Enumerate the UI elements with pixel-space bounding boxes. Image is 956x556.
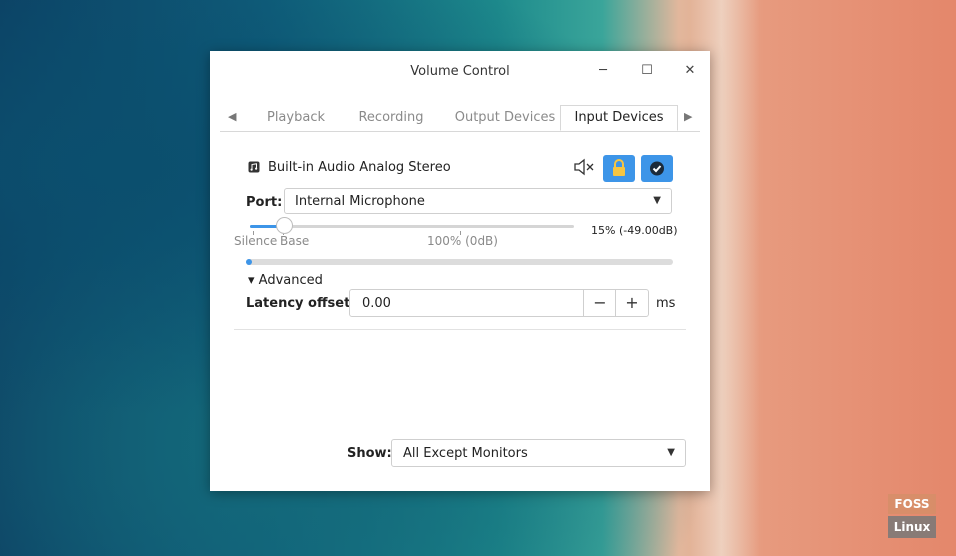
- show-label: Show:: [347, 446, 392, 461]
- volume-slider-handle[interactable]: [276, 217, 294, 234]
- divider: [234, 329, 686, 330]
- checkmark-icon: [650, 161, 664, 176]
- tab-scroll-right-icon[interactable]: ▶: [684, 110, 692, 123]
- show-value: All Except Monitors: [403, 446, 528, 461]
- level-meter: [246, 259, 673, 265]
- tab-bar: Playback Recording Output Devices Input …: [220, 105, 700, 132]
- lock-icon: [613, 159, 625, 176]
- set-default-button[interactable]: [641, 155, 673, 182]
- device-name: Built-in Audio Analog Stereo: [268, 160, 451, 175]
- music-note-icon: [248, 161, 260, 173]
- volume-readout: 15% (-49.00dB): [591, 224, 678, 237]
- volume-slider[interactable]: [250, 225, 574, 228]
- close-button[interactable]: ✕: [679, 61, 701, 81]
- fosslinux-watermark: FOSS Linux: [888, 494, 936, 538]
- maximize-button[interactable]: ☐: [636, 61, 658, 81]
- port-dropdown[interactable]: Internal Microphone ▼: [284, 188, 672, 214]
- title-bar: Volume Control ─ ☐ ✕: [210, 51, 710, 91]
- latency-offset-label: Latency offset:: [246, 296, 356, 311]
- tab-input-devices[interactable]: Input Devices: [560, 105, 678, 131]
- port-label: Port:: [246, 195, 283, 210]
- port-value: Internal Microphone: [295, 194, 425, 209]
- tab-output-devices[interactable]: Output Devices: [446, 105, 564, 131]
- expander-arrow-icon: ▾: [248, 273, 255, 288]
- show-dropdown[interactable]: All Except Monitors ▼: [391, 439, 686, 467]
- level-meter-fill: [246, 259, 252, 265]
- tab-playback[interactable]: Playback: [246, 105, 346, 131]
- lock-channels-button[interactable]: [603, 155, 635, 182]
- advanced-label: Advanced: [258, 273, 323, 288]
- tick-label-100: 100% (0dB): [427, 234, 498, 248]
- latency-decrement-button[interactable]: −: [583, 290, 616, 316]
- speaker-muted-icon[interactable]: [573, 158, 595, 176]
- window-title: Volume Control: [410, 64, 510, 79]
- latency-offset-spinbox[interactable]: 0.00 − +: [349, 289, 649, 317]
- latency-offset-value[interactable]: 0.00: [362, 296, 391, 311]
- advanced-expander[interactable]: ▾ Advanced: [248, 273, 323, 288]
- latency-increment-button[interactable]: +: [615, 290, 648, 316]
- tab-recording[interactable]: Recording: [346, 105, 436, 131]
- volume-control-window: Volume Control ─ ☐ ✕ ◀ Playback Recordin…: [210, 51, 710, 491]
- latency-unit: ms: [656, 296, 676, 311]
- minimize-button[interactable]: ─: [592, 61, 614, 81]
- chevron-down-icon: ▼: [667, 447, 675, 458]
- tick-label-silence: Silence: [234, 234, 278, 248]
- tick-label-base: Base: [280, 234, 310, 248]
- watermark-line2: Linux: [888, 516, 936, 538]
- watermark-line1: FOSS: [888, 494, 936, 514]
- chevron-down-icon: ▼: [653, 195, 661, 206]
